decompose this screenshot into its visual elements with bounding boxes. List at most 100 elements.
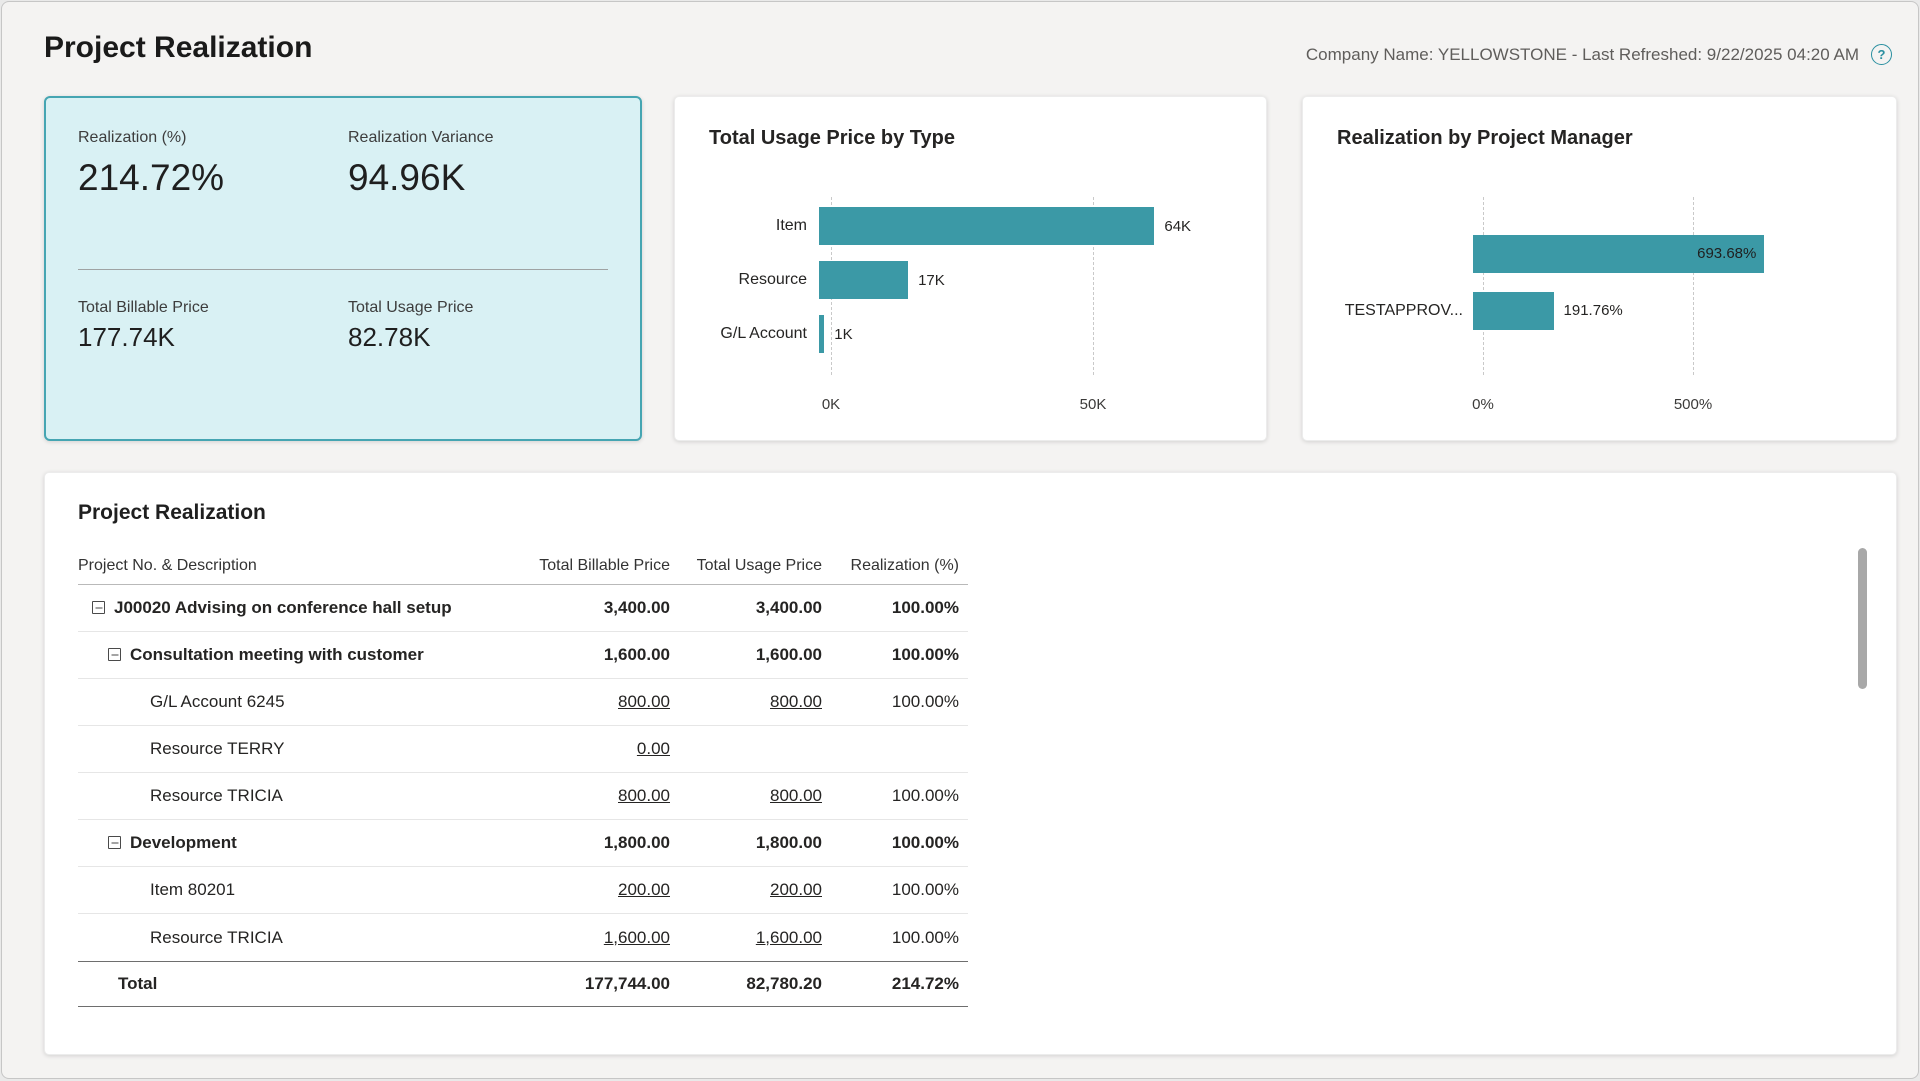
chart-row: G/L Account 1K	[709, 307, 1232, 361]
collapse-icon[interactable]	[108, 648, 121, 661]
table-row[interactable]: Consultation meeting with customer 1,600…	[78, 632, 968, 679]
chart-row: Resource 17K	[709, 253, 1232, 307]
cell-realization: 100.00%	[822, 598, 968, 618]
bar-gl-account[interactable]	[819, 315, 824, 353]
page-title: Project Realization	[44, 28, 312, 68]
cell-billable-link[interactable]: 0.00	[518, 739, 670, 759]
cell-description: Resource TERRY	[78, 739, 518, 759]
category-label: Item	[709, 217, 819, 235]
cell-usage-link[interactable]: 800.00	[670, 786, 822, 806]
manager-chart-plot: 693.68% TESTAPPROV... 191.76%	[1337, 225, 1862, 339]
cell-description: Consultation meeting with customer	[78, 645, 518, 665]
manager-chart-title: Realization by Project Manager	[1337, 125, 1862, 151]
row-label: J00020 Advising on conference hall setup	[114, 598, 452, 617]
bar-track: 1K	[819, 307, 1232, 361]
cell-usage: 1,600.00	[670, 645, 822, 665]
bar-track: 693.68%	[1473, 225, 1862, 282]
col-header-description: Project No. & Description	[78, 557, 518, 575]
cell-usage: 1,800.00	[670, 833, 822, 853]
bar-track: 191.76%	[1473, 282, 1862, 339]
cell-usage-link[interactable]: 800.00	[670, 692, 822, 712]
collapse-icon[interactable]	[92, 601, 105, 614]
cell-realization: 100.00%	[822, 645, 968, 665]
cell-realization: 100.00%	[822, 786, 968, 806]
bar-manager-2[interactable]	[1473, 292, 1554, 330]
cell-usage-link[interactable]: 1,600.00	[670, 928, 822, 948]
x-tick: 500%	[1674, 396, 1712, 413]
cell-usage: 82,780.20	[670, 974, 822, 994]
table-header-row: Project No. & Description Total Billable…	[78, 547, 968, 585]
header-info: Company Name: YELLOWSTONE - Last Refresh…	[1306, 44, 1892, 65]
kpi-usage-label: Total Usage Price	[348, 298, 608, 318]
usage-chart-card: Total Usage Price by Type Item 64K Resou…	[674, 96, 1267, 441]
cell-billable-link[interactable]: 200.00	[518, 880, 670, 900]
x-axis: 0% 500%	[1483, 396, 1743, 414]
company-info-text: Company Name: YELLOWSTONE - Last Refresh…	[1306, 45, 1859, 65]
col-header-billable: Total Billable Price	[518, 557, 670, 575]
cell-description: Development	[78, 833, 518, 853]
table-row[interactable]: Resource TRICIA 1,600.00 1,600.00 100.00…	[78, 914, 968, 961]
bar-resource[interactable]	[819, 261, 908, 299]
chart-row: TESTAPPROV... 191.76%	[1337, 282, 1862, 339]
usage-chart-title: Total Usage Price by Type	[709, 125, 1232, 151]
cell-description: J00020 Advising on conference hall setup	[78, 598, 518, 618]
table-row[interactable]: G/L Account 6245 800.00 800.00 100.00%	[78, 679, 968, 726]
category-label: G/L Account	[709, 325, 819, 343]
cell-description: Resource TRICIA	[78, 786, 518, 806]
cell-realization: 100.00%	[822, 833, 968, 853]
bar-value-label: 1K	[834, 326, 852, 343]
kpi-realization: Realization (%) 214.72%	[78, 128, 348, 200]
cell-billable-link[interactable]: 800.00	[518, 786, 670, 806]
cell-usage-link[interactable]: 200.00	[670, 880, 822, 900]
col-header-realization: Realization (%)	[822, 557, 968, 575]
bar-track: 17K	[819, 253, 1232, 307]
kpi-billable-value: 177.74K	[78, 322, 348, 352]
cell-billable-link[interactable]: 800.00	[518, 692, 670, 712]
cell-description: Resource TRICIA	[78, 928, 518, 948]
cell-realization: 100.00%	[822, 928, 968, 948]
table-row[interactable]: Development 1,800.00 1,800.00 100.00%	[78, 820, 968, 867]
category-label: TESTAPPROV...	[1337, 302, 1473, 320]
x-tick: 50K	[1080, 396, 1107, 413]
table-scrollbar[interactable]	[1858, 548, 1867, 689]
x-axis: 0K 50K	[831, 396, 1141, 414]
kpi-realization-label: Realization (%)	[78, 128, 348, 148]
table-row[interactable]: J00020 Advising on conference hall setup…	[78, 585, 968, 632]
bar-track: 64K	[819, 199, 1232, 253]
kpi-variance-label: Realization Variance	[348, 128, 608, 148]
row-label: Consultation meeting with customer	[130, 645, 424, 664]
table-title: Project Realization	[78, 501, 1896, 525]
col-header-usage: Total Usage Price	[670, 557, 822, 575]
table-row[interactable]: Item 80201 200.00 200.00 100.00%	[78, 867, 968, 914]
chart-row: 693.68%	[1337, 225, 1862, 282]
cell-billable: 3,400.00	[518, 598, 670, 618]
bar-value-label: 64K	[1164, 218, 1191, 235]
cell-billable-link[interactable]: 1,600.00	[518, 928, 670, 948]
page-header: Project Realization Company Name: YELLOW…	[2, 2, 1918, 96]
bar-value-label: 693.68%	[1697, 245, 1764, 262]
bar-manager-1[interactable]: 693.68%	[1473, 235, 1764, 273]
chart-row: Item 64K	[709, 199, 1232, 253]
kpi-divider	[78, 269, 608, 270]
help-icon[interactable]: ?	[1871, 44, 1892, 65]
category-label: Resource	[709, 271, 819, 289]
app-window: Project Realization Company Name: YELLOW…	[1, 1, 1919, 1079]
realization-table: Project No. & Description Total Billable…	[78, 547, 968, 1007]
table-row[interactable]: Resource TERRY 0.00	[78, 726, 968, 773]
cell-usage: 3,400.00	[670, 598, 822, 618]
kpi-billable: Total Billable Price 177.74K	[78, 298, 348, 352]
table-row[interactable]: Resource TRICIA 800.00 800.00 100.00%	[78, 773, 968, 820]
cell-billable: 1,600.00	[518, 645, 670, 665]
cell-realization: 100.00%	[822, 880, 968, 900]
kpi-usage: Total Usage Price 82.78K	[348, 298, 608, 352]
kpi-variance: Realization Variance 94.96K	[348, 128, 608, 200]
bar-item[interactable]	[819, 207, 1154, 245]
x-tick: 0%	[1472, 396, 1494, 413]
cards-row: Realization (%) 214.72% Realization Vari…	[44, 96, 1918, 441]
kpi-card[interactable]: Realization (%) 214.72% Realization Vari…	[44, 96, 642, 441]
cell-description: G/L Account 6245	[78, 692, 518, 712]
x-tick: 0K	[822, 396, 840, 413]
usage-chart-plot: Item 64K Resource 17K G/L Account	[709, 199, 1232, 361]
kpi-bottom-grid: Total Billable Price 177.74K Total Usage…	[78, 298, 608, 352]
collapse-icon[interactable]	[108, 836, 121, 849]
